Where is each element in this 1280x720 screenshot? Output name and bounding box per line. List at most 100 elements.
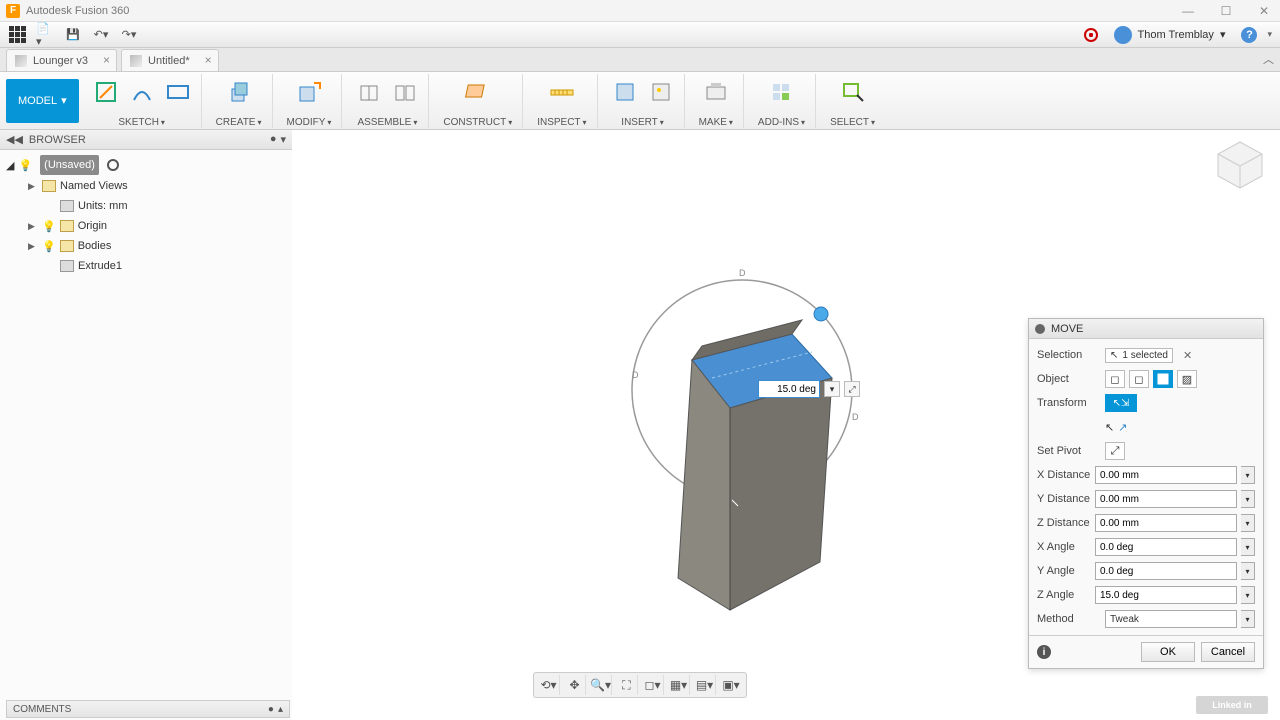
dropdown-icon[interactable]: ▾ [1241,538,1255,556]
lightbulb-icon[interactable]: 💡 [42,240,56,253]
dropdown-icon[interactable]: ▾ [1241,610,1255,628]
object-face-icon[interactable] [1153,370,1173,388]
expand-ribbon-icon[interactable]: ︿ [1263,51,1274,67]
x-angle-input[interactable] [1095,538,1237,556]
angle-dropdown-icon[interactable]: ▾ [824,381,840,397]
model-geometry[interactable]: D D D [512,210,972,630]
selection-value[interactable]: ↖1 selected [1105,348,1173,363]
angle-input[interactable] [758,380,820,398]
display-icon[interactable]: ▦▾ [668,675,690,695]
lightbulb-icon[interactable]: 💡 [18,159,32,172]
z-distance-input[interactable] [1095,514,1237,532]
orbit-icon[interactable]: ⟲▾ [538,675,560,695]
z-angle-input[interactable] [1095,586,1237,604]
tree-node-bodies[interactable]: ▶💡Bodies [6,236,286,256]
info-icon[interactable]: i [1037,645,1051,659]
lightbulb-icon[interactable]: 💡 [42,220,56,233]
dropdown-icon[interactable]: ▾ [1241,466,1255,484]
fit-icon[interactable]: ⛶ [616,675,638,695]
pan-icon[interactable]: ✥ [564,675,586,695]
tree-node-extrude[interactable]: Extrude1 [6,256,286,276]
dropdown-icon[interactable]: ▾ [1241,514,1255,532]
addins-icon[interactable] [768,79,794,105]
chevron-down-icon[interactable]: ▾ [280,133,286,146]
dropdown-icon[interactable]: ▾ [1241,562,1255,580]
object-body-icon[interactable]: ◻ [1105,370,1125,388]
measure-icon[interactable] [549,79,575,105]
viewport-icon[interactable]: ▣▾ [720,675,742,695]
x-distance-input[interactable] [1095,466,1237,484]
grid-icon[interactable]: ▤▾ [694,675,716,695]
ribbon-group-label[interactable]: INSPECT▾ [537,117,586,128]
workspace-model-button[interactable]: MODEL ▾ [6,79,79,123]
collapse-icon[interactable]: ◀◀ [6,133,23,146]
y-angle-input[interactable] [1095,562,1237,580]
ribbon-group-label[interactable]: CREATE▾ [216,117,262,128]
ribbon-group-label[interactable]: SELECT▾ [830,117,875,128]
move-panel-header[interactable]: MOVE [1029,319,1263,339]
ribbon-group-label[interactable]: CONSTRUCT▾ [443,117,512,128]
tree-node-units[interactable]: Units: mm [6,196,286,216]
save-icon[interactable]: 💾 [64,26,82,44]
object-component-icon[interactable]: ◻ [1129,370,1149,388]
panel-pin-icon[interactable] [1035,324,1045,334]
tab-untitled[interactable]: Untitled* × [121,49,219,71]
ribbon-group-label[interactable]: ASSEMBLE▾ [357,117,417,128]
collapse-icon[interactable]: ◢ [6,159,14,172]
grid-menu-icon[interactable] [8,26,26,44]
minimize-button[interactable]: — [1178,4,1198,18]
undo-icon[interactable]: ↶▾ [92,26,110,44]
maximize-button[interactable]: ☐ [1216,4,1236,18]
set-pivot-icon[interactable]: ⤢ [1105,442,1125,460]
ribbon-group-label[interactable]: SKETCH▾ [118,117,165,128]
cancel-button[interactable]: Cancel [1201,642,1255,662]
zoom-icon[interactable]: 🔍▾ [590,675,612,695]
record-icon[interactable] [1084,28,1098,42]
object-sketch-icon[interactable]: ▨ [1177,370,1197,388]
ok-button[interactable]: OK [1141,642,1195,662]
file-menu-icon[interactable]: 📄▾ [36,26,54,44]
method-select[interactable]: Tweak [1105,610,1237,628]
plane-icon[interactable] [465,79,491,105]
comments-bar[interactable]: COMMENTS ●▴ [6,700,290,718]
close-tab-icon[interactable]: × [103,53,110,67]
close-tab-icon[interactable]: × [205,53,212,67]
print-3d-icon[interactable] [703,79,729,105]
y-distance-input[interactable] [1095,490,1237,508]
extrude-icon[interactable] [226,79,252,105]
target-icon[interactable] [107,159,119,171]
joint-icon[interactable] [356,79,382,105]
add-comment-icon[interactable]: ● [268,704,274,715]
angle-pivot-icon[interactable]: ⤢ [844,381,860,397]
select-icon[interactable] [840,79,866,105]
ribbon-group-label[interactable]: INSERT▾ [621,117,664,128]
new-sketch-icon[interactable] [93,79,119,105]
insert-decal-icon[interactable] [648,79,674,105]
transform-pointer-icon[interactable]: ↖ [1105,421,1114,434]
tree-node-namedviews[interactable]: ▶Named Views [6,176,286,196]
as-built-joint-icon[interactable] [392,79,418,105]
tree-node-origin[interactable]: ▶💡Origin [6,216,286,236]
redo-icon[interactable]: ↷▾ [120,26,138,44]
ribbon-group-label[interactable]: ADD-INS▾ [758,117,805,128]
view-cube[interactable] [1212,136,1268,192]
close-button[interactable]: ✕ [1254,4,1274,18]
dropdown-icon[interactable]: ▾ [1241,490,1255,508]
user-menu[interactable]: Thom Tremblay ▾ [1108,26,1232,44]
rectangle-icon[interactable] [165,79,191,105]
press-pull-icon[interactable] [296,79,322,105]
tab-lounger[interactable]: Lounger v3 × [6,49,117,71]
settings-dot-icon[interactable]: ● [270,133,277,146]
look-icon[interactable]: ◻▾ [642,675,664,695]
insert-derive-icon[interactable] [612,79,638,105]
ribbon-group-label[interactable]: MODIFY▾ [287,117,332,128]
line-icon[interactable] [129,79,155,105]
transform-free-icon[interactable]: ↖⇲ [1105,394,1137,412]
clear-selection-icon[interactable]: ✕ [1183,349,1192,362]
tree-root[interactable]: (Unsaved) [40,155,99,175]
help-icon[interactable]: ? [1241,27,1257,43]
expand-comments-icon[interactable]: ▴ [278,704,283,715]
dropdown-icon[interactable]: ▾ [1241,586,1255,604]
ribbon-group-label[interactable]: MAKE▾ [699,117,733,128]
transform-rotate-icon[interactable]: ↗ [1118,421,1127,434]
